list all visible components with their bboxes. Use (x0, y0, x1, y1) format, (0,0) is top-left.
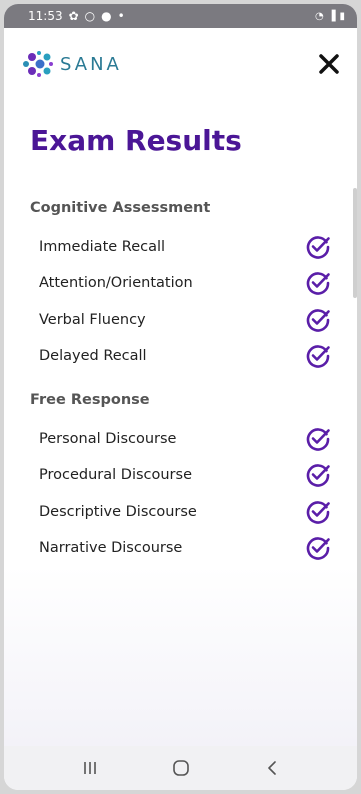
home-icon (172, 760, 189, 776)
logo: SANA (20, 49, 122, 79)
circle-icon: ○ (84, 9, 96, 23)
signal-icon: ▐ (327, 10, 336, 22)
battery-icon: ▮ (339, 10, 345, 22)
app-screen: SANA Exam Results Cognitive Assessment I… (4, 28, 357, 746)
sana-logo-icon (23, 51, 53, 77)
logo-text: SANA (60, 53, 122, 75)
list-item-delayed-recall[interactable]: Delayed Recall (39, 341, 331, 371)
list-item-label: Verbal Fluency (39, 312, 146, 328)
recent-apps-button[interactable] (70, 752, 110, 784)
location-pin-icon: ● (101, 9, 112, 23)
check-circle-icon (306, 464, 330, 487)
section-header-free-response: Free Response (30, 392, 150, 408)
recent-apps-icon (83, 762, 96, 774)
list-item-label: Immediate Recall (39, 239, 166, 255)
list-item-label: Attention/Orientation (39, 275, 193, 291)
close-icon (319, 54, 339, 74)
list-item-label: Descriptive Discourse (39, 504, 197, 520)
list-item-verbal-fluency[interactable]: Verbal Fluency (39, 305, 331, 335)
back-button[interactable] (252, 752, 292, 784)
list-item-procedural-discourse[interactable]: Procedural Discourse (39, 460, 331, 490)
check-circle-icon (306, 537, 330, 560)
check-circle-icon (306, 428, 330, 451)
scrollbar[interactable] (353, 188, 357, 298)
check-circle-icon (306, 236, 330, 259)
device-frame: 11:53 ✿ ○ ● • ◔ ▐ ▮ SANA Exam Results Co… (4, 4, 357, 790)
list-item-label: Procedural Discourse (39, 467, 192, 483)
check-circle-icon (306, 309, 330, 332)
app-header: SANA (20, 40, 345, 88)
close-button[interactable] (313, 48, 345, 80)
list-item-descriptive-discourse[interactable]: Descriptive Discourse (39, 497, 331, 527)
list-item-label: Narrative Discourse (39, 540, 183, 556)
system-nav-bar (4, 746, 357, 790)
list-item-personal-discourse[interactable]: Personal Discourse (39, 424, 331, 454)
list-item-label: Personal Discourse (39, 431, 177, 447)
section-header-cognitive-assessment: Cognitive Assessment (30, 200, 211, 216)
status-time: 11:53 (28, 9, 63, 23)
check-circle-icon (306, 501, 330, 524)
check-circle-icon (306, 345, 330, 368)
home-button[interactable] (161, 752, 201, 784)
wifi-icon: ◔ (315, 10, 324, 22)
list-item-label: Delayed Recall (39, 348, 147, 364)
dot-icon: • (117, 9, 125, 23)
settings-gear-icon: ✿ (68, 9, 79, 23)
back-icon (267, 761, 276, 775)
status-bar: 11:53 ✿ ○ ● • ◔ ▐ ▮ (4, 4, 357, 28)
list-item-attention-orientation[interactable]: Attention/Orientation (39, 268, 331, 298)
list-item-narrative-discourse[interactable]: Narrative Discourse (39, 533, 331, 563)
page-title: Exam Results (30, 124, 242, 157)
check-circle-icon (306, 272, 330, 295)
list-item-immediate-recall[interactable]: Immediate Recall (39, 232, 331, 262)
